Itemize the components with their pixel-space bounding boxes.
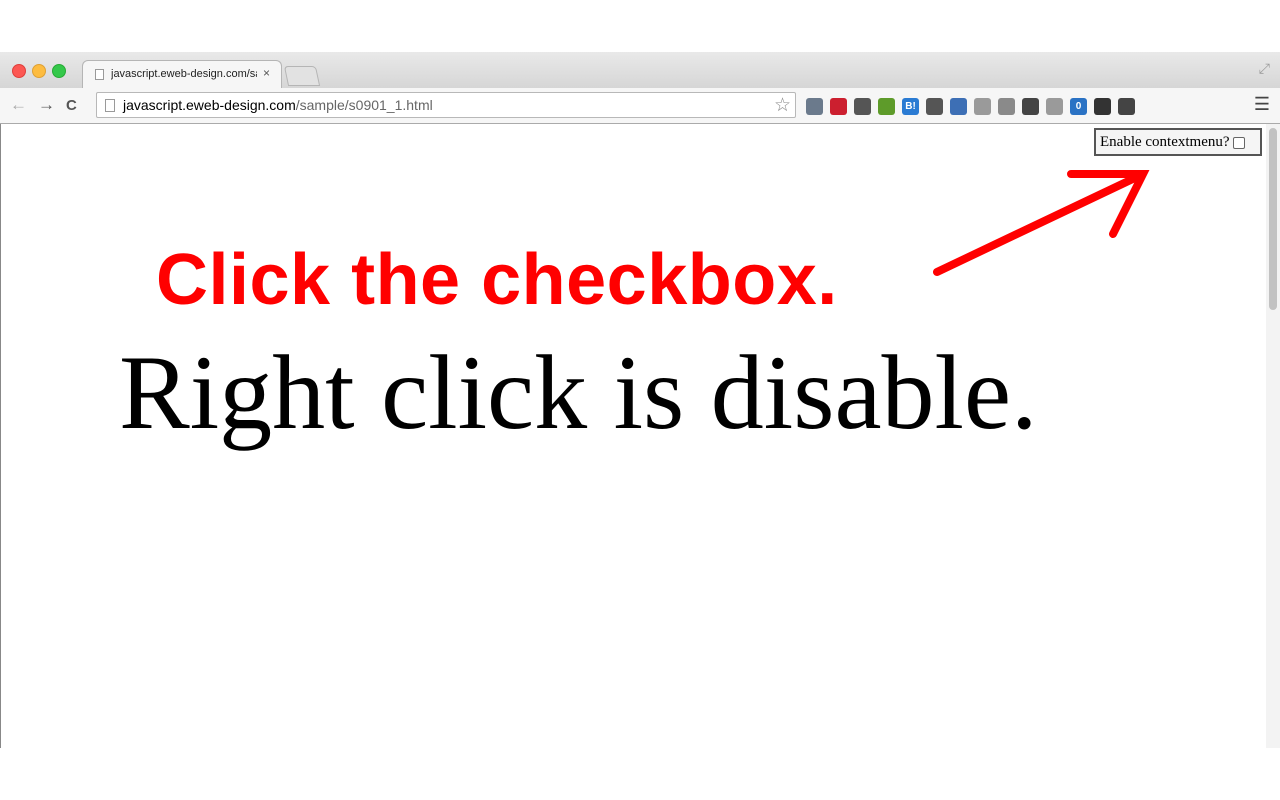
- contextmenu-label: Enable contextmenu?: [1100, 133, 1230, 150]
- tab-strip: javascript.eweb-design.com/sample/s0901_…: [0, 52, 1280, 88]
- browser-toolbar: ← → C javascript.eweb-design.com/sample/…: [0, 88, 1280, 124]
- forward-arrow-icon[interactable]: →: [38, 95, 55, 115]
- vertical-scrollbar[interactable]: [1266, 124, 1280, 748]
- url-path: /sample/s0901_1.html: [295, 97, 433, 113]
- eye-extension-icon[interactable]: [830, 97, 847, 115]
- evernote-icon[interactable]: [878, 97, 895, 115]
- tab-close-icon[interactable]: ×: [263, 66, 270, 80]
- tray-icon[interactable]: [998, 97, 1015, 115]
- fullscreen-icon[interactable]: ⤢: [1259, 60, 1270, 77]
- window-icon[interactable]: [950, 97, 967, 115]
- globe-icon[interactable]: [974, 97, 991, 115]
- active-tab[interactable]: javascript.eweb-design.com/sample/s0901_…: [82, 60, 282, 88]
- back-arrow-icon[interactable]: ←: [10, 95, 27, 115]
- list-icon[interactable]: [1046, 97, 1063, 115]
- minimize-window-button[interactable]: [32, 64, 46, 78]
- main-message: Right click is disable.: [119, 334, 1038, 451]
- reader-icon[interactable]: [806, 97, 823, 115]
- notification-icon[interactable]: 0: [1070, 97, 1087, 115]
- bookmark-star-icon[interactable]: ☆: [774, 94, 791, 117]
- close-window-button[interactable]: [12, 64, 26, 78]
- page-content: Enable contextmenu? Click the checkbox. …: [0, 124, 1280, 748]
- page-icon: [105, 99, 115, 112]
- pocket-icon[interactable]: [854, 97, 871, 115]
- browser-window: javascript.eweb-design.com/sample/s0901_…: [0, 52, 1280, 748]
- feed-icon[interactable]: [926, 97, 943, 115]
- scroll-thumb[interactable]: [1269, 128, 1277, 310]
- contextmenu-toggle[interactable]: Enable contextmenu?: [1094, 128, 1262, 156]
- tab-title: javascript.eweb-design.com/sample/s0901_…: [111, 68, 257, 80]
- menu-icon[interactable]: ☰: [1254, 94, 1270, 115]
- page-favicon-icon: [95, 69, 104, 80]
- contextmenu-checkbox[interactable]: [1232, 137, 1245, 149]
- reload-icon[interactable]: C: [66, 97, 77, 114]
- maximize-window-button[interactable]: [52, 64, 66, 78]
- new-tab-button[interactable]: [283, 66, 321, 86]
- spy-icon[interactable]: [1118, 97, 1135, 115]
- incognito-icon[interactable]: [1022, 97, 1039, 115]
- extension-icons: B! 0: [806, 96, 1135, 116]
- red-arrow-icon: [933, 170, 1150, 276]
- address-url[interactable]: javascript.eweb-design.com/sample/s0901_…: [123, 97, 433, 113]
- qr-code-icon[interactable]: [1094, 97, 1111, 115]
- hatena-bookmark-icon[interactable]: B!: [902, 97, 919, 115]
- address-bar[interactable]: javascript.eweb-design.com/sample/s0901_…: [96, 92, 796, 118]
- instruction-text: Click the checkbox.: [156, 240, 838, 320]
- url-host: javascript.eweb-design.com: [123, 97, 296, 113]
